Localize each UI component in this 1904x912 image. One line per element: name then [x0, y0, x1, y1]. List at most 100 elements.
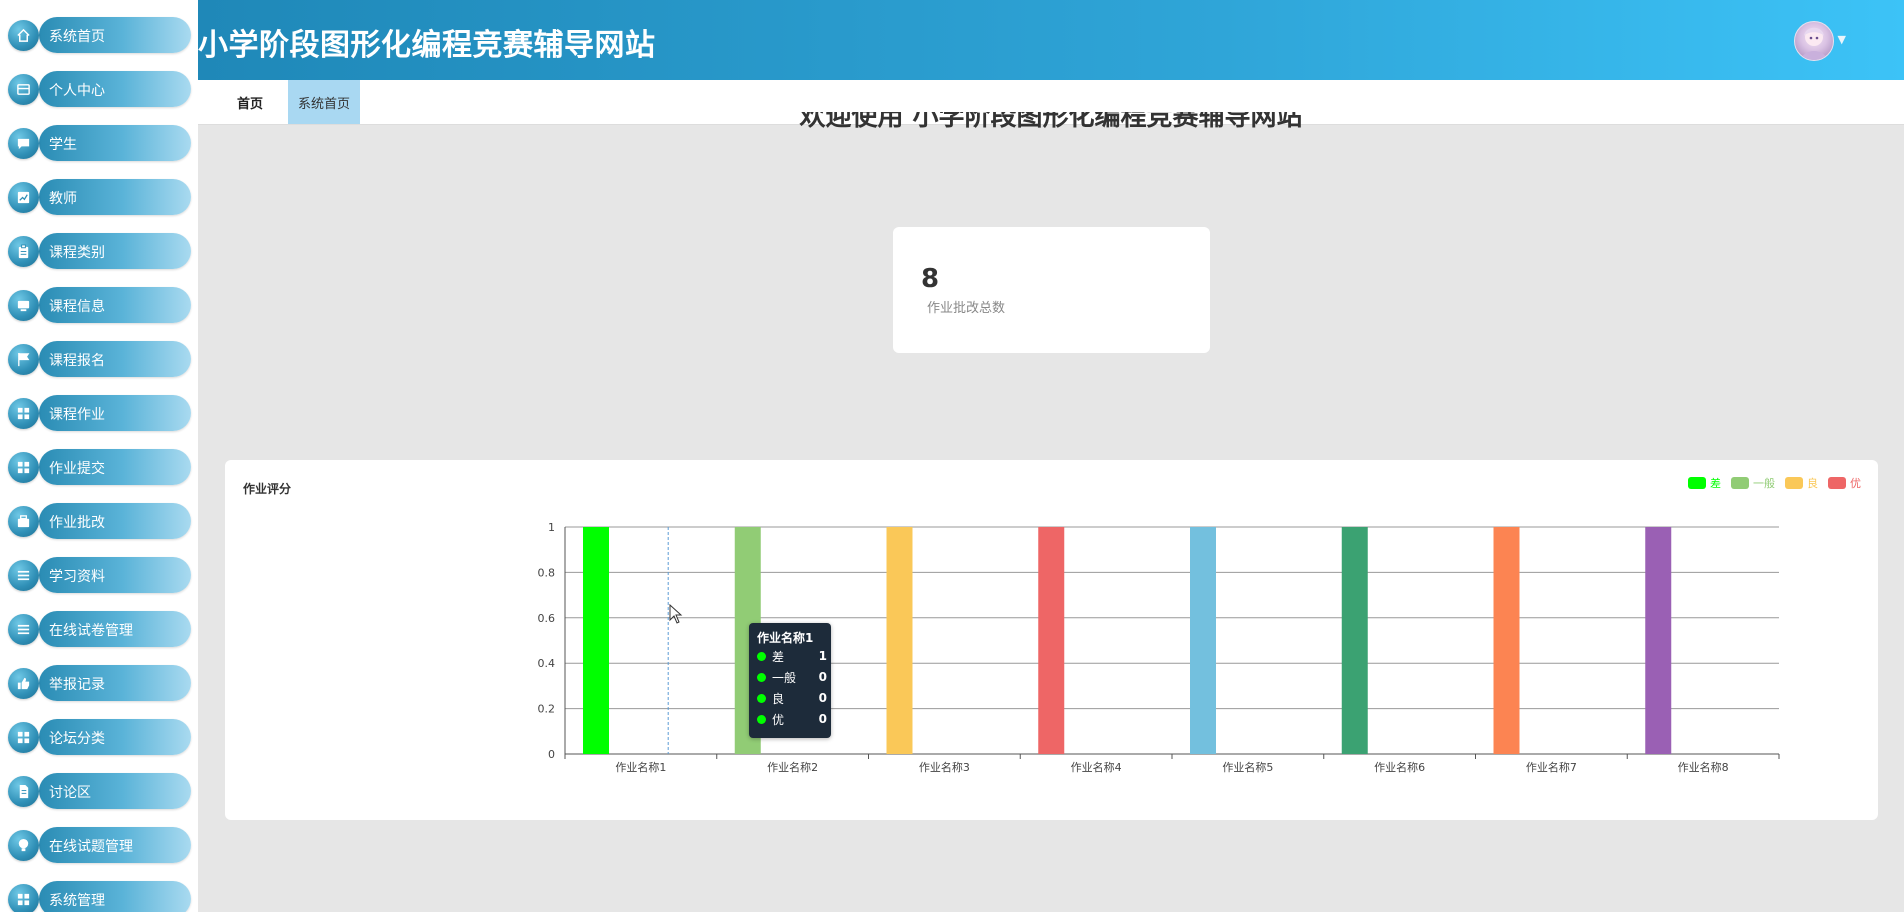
y-tick-label: 0.2	[538, 703, 556, 716]
welcome-text: 欢迎使用 小学阶段图形化编程竞赛辅导网站	[799, 112, 1303, 132]
welcome-banner: 欢迎使用 小学阶段图形化编程竞赛辅导网站	[198, 112, 1904, 142]
x-tick-label: 作业名称2	[767, 760, 818, 774]
sidebar-item[interactable]: 作业提交	[8, 447, 191, 485]
legend-label: 一般	[1753, 477, 1775, 490]
sidebar-item[interactable]: 学生	[8, 123, 191, 161]
x-tick-label: 作业名称4	[1071, 760, 1122, 774]
tooltip-series-name: 一般	[772, 670, 797, 685]
sidebar-item-label: 学生	[49, 137, 77, 153]
sidebar-item-label: 讨论区	[49, 785, 91, 801]
tooltip-series-name: 良	[772, 691, 785, 706]
bar	[1493, 527, 1520, 754]
sidebar-item[interactable]: 举报记录	[8, 663, 191, 701]
tooltip-dot	[757, 693, 766, 703]
clipboard-icon	[8, 236, 39, 267]
legend-swatch	[1785, 477, 1803, 489]
avatar[interactable]	[1794, 21, 1834, 61]
sidebar-item[interactable]: 课程报名	[8, 339, 191, 377]
site-title: 小学阶段图形化编程竞赛辅导网站	[198, 28, 656, 63]
bar	[583, 527, 609, 754]
legend-swatch	[1731, 477, 1749, 489]
y-tick-label: 0.8	[538, 566, 556, 579]
grid-icon	[8, 398, 39, 429]
list-icon	[8, 560, 39, 591]
sidebar-item[interactable]: 课程类别	[8, 231, 191, 269]
stat-card: 8 作业批改总数	[893, 227, 1210, 353]
sidebar-item-label: 课程信息	[49, 299, 105, 315]
bulb-icon	[8, 830, 39, 861]
tooltip-dot	[757, 672, 766, 682]
tooltip-row: 一般 0	[757, 668, 827, 686]
sidebar-item-label: 系统首页	[49, 29, 105, 45]
sidebar-item[interactable]: 课程信息	[8, 285, 191, 323]
bar	[1190, 527, 1216, 754]
sidebar-item[interactable]: 在线试题管理	[8, 825, 191, 863]
sidebar-item-label: 教师	[49, 191, 77, 207]
avatar-image	[1801, 27, 1827, 60]
tooltip-row: 优0	[757, 710, 827, 728]
chart-tooltip: 作业名称1 差 1 一般 0 良 0 优 0	[749, 623, 831, 738]
x-tick-label: 作业名称6	[1374, 760, 1425, 774]
grid-icon	[8, 722, 39, 753]
tooltip-row: 差1	[757, 647, 827, 665]
sidebar-item[interactable]: 教师	[8, 177, 191, 215]
legend-swatch	[1828, 477, 1846, 489]
sidebar-item[interactable]: 学习资料	[8, 555, 191, 593]
sidebar-item[interactable]: 系统管理	[8, 879, 191, 912]
sidebar-item-label: 作业提交	[49, 461, 105, 477]
stat-value: 8	[921, 264, 940, 294]
list-icon	[8, 614, 39, 645]
grid-icon	[8, 884, 39, 912]
tooltip-title: 作业名称1	[757, 631, 814, 645]
sidebar-item[interactable]: 在线试卷管理	[8, 609, 191, 647]
sidebar-item[interactable]: 个人中心	[8, 69, 191, 107]
legend-label: 差	[1710, 476, 1721, 490]
bar-chart: 0 0.2 0.4 0.6 0.8 1 作业名称1 作业名称2 作业名称3 作业名称4 作业名称5 作…	[538, 476, 1862, 774]
bar	[1341, 527, 1368, 754]
tooltip-series-name: 差	[772, 649, 785, 664]
bar	[1645, 527, 1672, 754]
sidebar-item[interactable]: 系统首页	[8, 15, 191, 53]
sidebar-item[interactable]: 论坛分类	[8, 717, 191, 755]
sidebar-item-label: 课程作业	[49, 407, 105, 423]
sidebar-item-label: 论坛分类	[49, 731, 105, 747]
flag-icon	[8, 344, 39, 375]
sidebar-item-label: 系统管理	[49, 893, 105, 909]
tooltip-series-value: 0	[818, 670, 827, 684]
sidebar-item[interactable]: 课程作业	[8, 393, 191, 431]
sidebar-item-label: 在线试卷管理	[49, 623, 133, 639]
y-tick-label: 1	[548, 521, 555, 534]
sidebar-item-label: 作业批改	[49, 515, 105, 531]
id-card-icon	[8, 74, 39, 105]
tooltip-row: 良0	[757, 689, 827, 707]
chart-icon	[8, 182, 39, 213]
chat-icon	[8, 128, 39, 159]
x-tick-label: 作业名称5	[1222, 760, 1273, 774]
tooltip-series-value: 0	[818, 712, 827, 726]
x-tick-label: 作业名称7	[1526, 760, 1577, 774]
briefcase-icon	[8, 506, 39, 537]
bar	[1038, 527, 1065, 754]
sidebar-item-label: 课程类别	[49, 245, 105, 261]
chart-card: 作业评分 0 0.2 0.4 0.6 0.8 1 作业名称1 作业名称2 作业名称3 作业名称4 作…	[225, 460, 1878, 820]
x-tick-label: 作业名称1	[615, 760, 666, 774]
sidebar-item-label: 学习资料	[49, 569, 105, 585]
mouse-cursor-icon	[669, 604, 683, 624]
home-icon	[8, 20, 39, 51]
sidebar-item-label: 举报记录	[49, 677, 105, 693]
y-tick-label: 0.4	[538, 657, 556, 670]
monitor-icon	[8, 290, 39, 321]
sidebar-item-label: 个人中心	[49, 83, 105, 99]
tooltip-series-name: 优	[772, 712, 785, 727]
sidebar-item[interactable]: 讨论区	[8, 771, 191, 809]
avatar-dropdown-caret[interactable]: ▼	[1838, 33, 1846, 46]
legend-label: 良	[1807, 476, 1818, 490]
grid-icon	[8, 452, 39, 483]
legend-label: 优	[1850, 477, 1861, 490]
tooltip-dot	[757, 714, 766, 724]
y-tick-label: 0.6	[538, 612, 556, 625]
thumbs-up-icon	[8, 668, 39, 699]
sidebar-item[interactable]: 作业批改	[8, 501, 191, 539]
sidebar-item-label: 在线试题管理	[49, 839, 133, 855]
legend-swatch	[1688, 477, 1706, 489]
